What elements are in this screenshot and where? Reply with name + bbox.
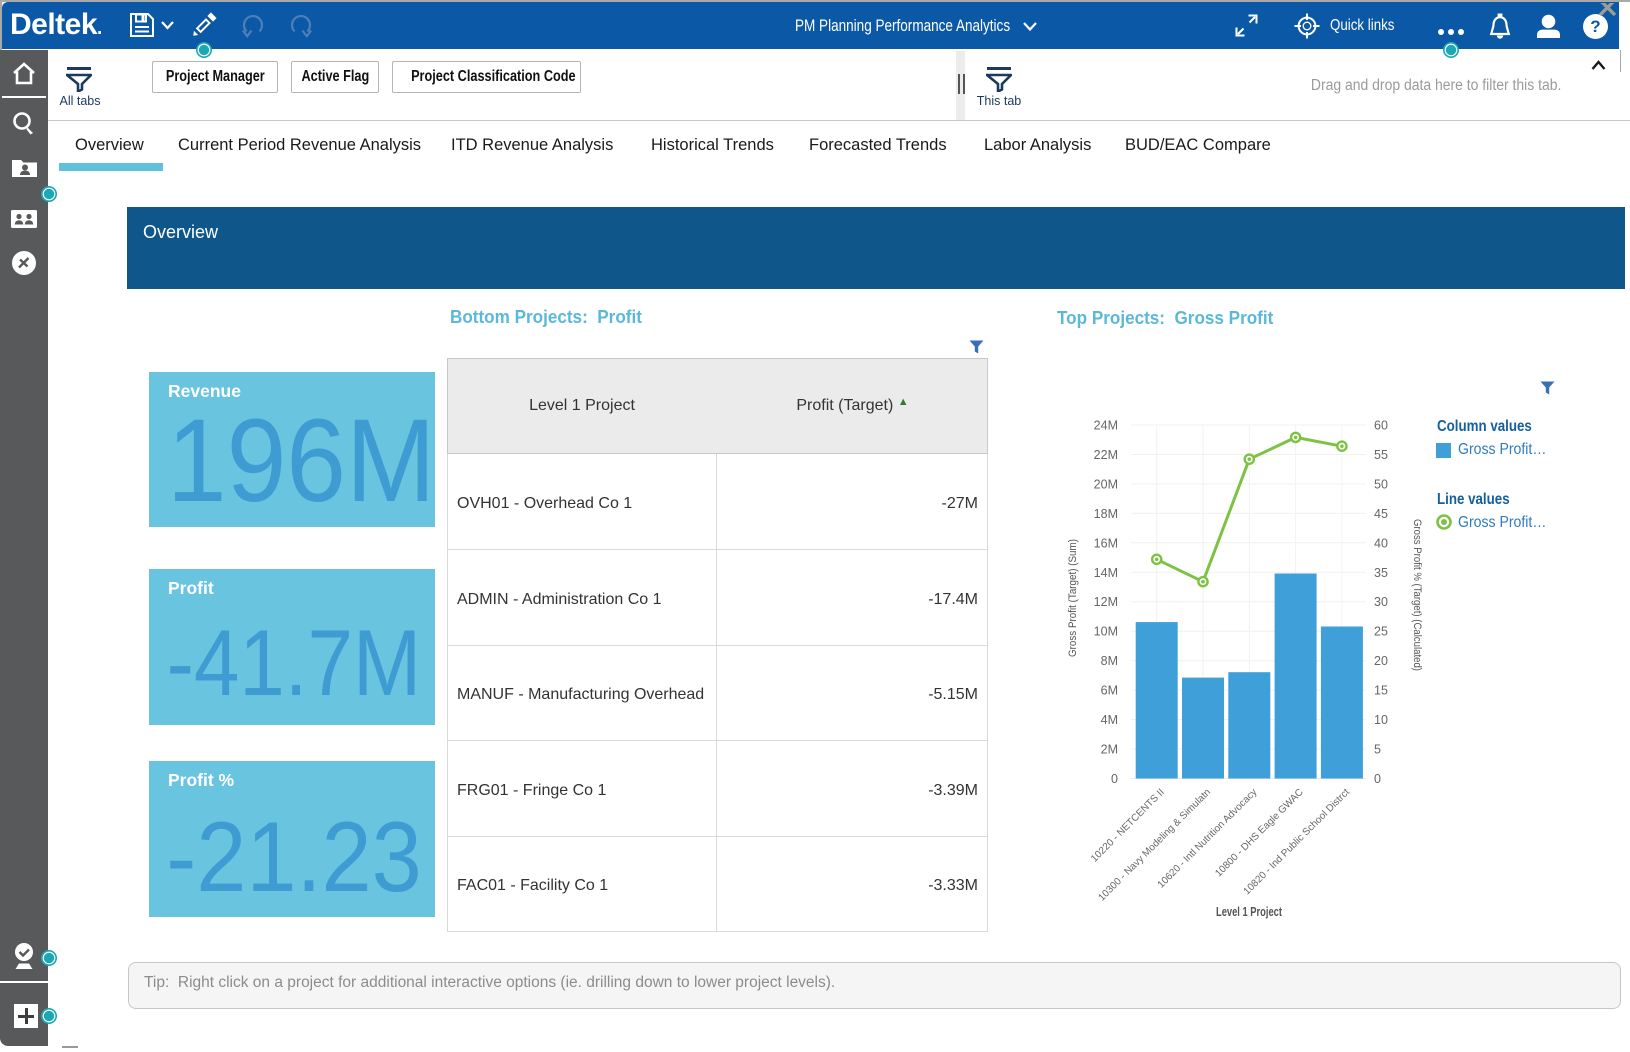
svg-text:15: 15 — [1374, 684, 1388, 698]
svg-text:14M: 14M — [1094, 566, 1118, 580]
svg-text:Level 1 Project: Level 1 Project — [1216, 904, 1282, 919]
svg-text:10: 10 — [1374, 713, 1388, 727]
svg-text:12M: 12M — [1094, 595, 1118, 609]
svg-text:Gross Profit % (Target) (Calcu: Gross Profit % (Target) (Calculated) — [1411, 519, 1423, 671]
svg-text:4M: 4M — [1101, 713, 1118, 727]
svg-text:10800 - DHS Eagle GWAC: 10800 - DHS Eagle GWAC — [1213, 787, 1305, 879]
svg-text:8M: 8M — [1101, 654, 1118, 668]
svg-text:22M: 22M — [1094, 448, 1118, 462]
svg-text:55: 55 — [1374, 448, 1388, 462]
svg-text:10220 - NETCENTS II: 10220 - NETCENTS II — [1089, 787, 1167, 865]
svg-text:16M: 16M — [1094, 536, 1118, 550]
svg-text:45: 45 — [1374, 507, 1388, 521]
svg-text:24M: 24M — [1094, 419, 1118, 433]
svg-text:25: 25 — [1374, 625, 1388, 639]
svg-text:0: 0 — [1111, 772, 1118, 786]
svg-text:60: 60 — [1374, 419, 1388, 433]
svg-text:Gross Profit (Target) (Sum): Gross Profit (Target) (Sum) — [1067, 539, 1079, 657]
svg-text:6M: 6M — [1101, 684, 1118, 698]
svg-text:35: 35 — [1374, 566, 1388, 580]
svg-text:20M: 20M — [1094, 477, 1118, 491]
svg-text:20: 20 — [1374, 654, 1388, 668]
svg-text:30: 30 — [1374, 595, 1388, 609]
svg-text:10620 - Intl Nutrition Advocac: 10620 - Intl Nutrition Advocacy — [1156, 787, 1260, 891]
svg-text:0: 0 — [1374, 772, 1381, 786]
svg-text:18M: 18M — [1094, 507, 1118, 521]
svg-text:40: 40 — [1374, 536, 1388, 550]
svg-text:5: 5 — [1374, 743, 1381, 757]
svg-text:50: 50 — [1374, 477, 1388, 491]
svg-text:2M: 2M — [1101, 743, 1118, 757]
svg-text:10M: 10M — [1094, 625, 1118, 639]
